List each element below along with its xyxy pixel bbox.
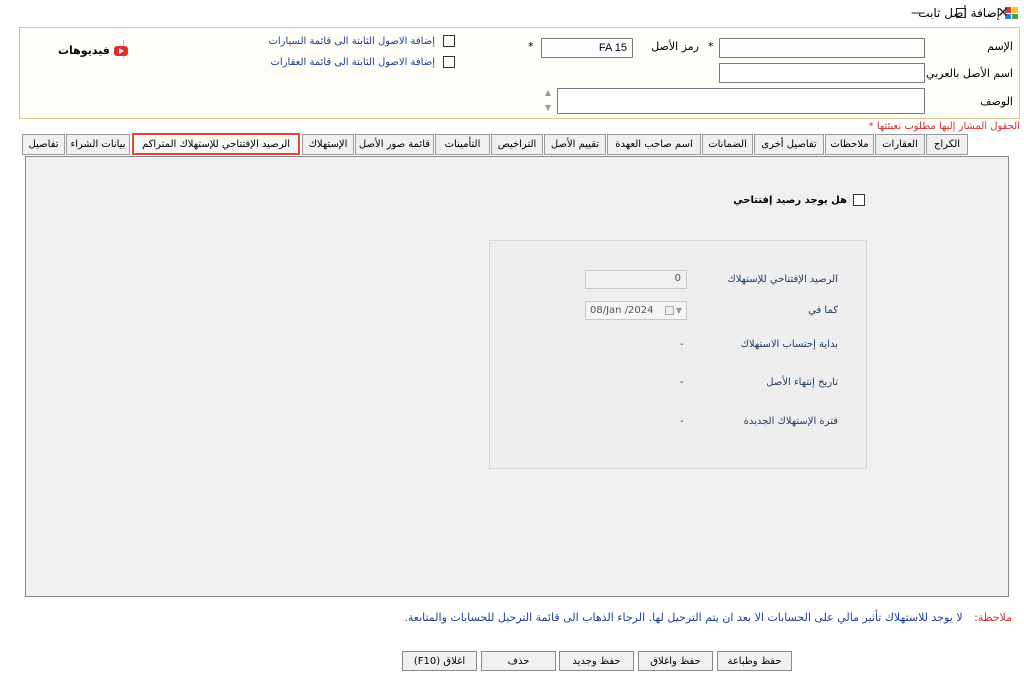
tab-opening-accumulated-depreciation[interactable]: الرصيد الإفتتاحي للإستهلاك المتراكم (132, 133, 300, 155)
asset-code-field[interactable] (541, 38, 633, 58)
add-to-realestate-label: إضافة الاصول الثابتة الى قائمة العقارات (270, 57, 436, 68)
scroll-up-icon[interactable]: ▲ (543, 88, 553, 98)
date-dropdown[interactable]: ▼ (664, 306, 682, 315)
title-bar: إضافة أصل ثابت — ✕ (0, 0, 1024, 26)
minimize-button[interactable]: — (898, 0, 938, 26)
maximize-button[interactable] (941, 0, 981, 26)
tab-licenses[interactable]: التراخيص (491, 134, 543, 155)
required-fields-note: الحقول المشار إليها مطلوب تعبئتها * (868, 121, 1020, 132)
header-panel: الإسم * رمز الأصل * اسم الأصل بالعربي ال… (19, 27, 1020, 119)
opening-balance-input[interactable]: 0 (585, 270, 687, 289)
tab-notes[interactable]: ملاحظات (825, 134, 874, 155)
as-of-label: كما في (808, 305, 838, 316)
asset-code-label: رمز الأصل (651, 40, 699, 53)
add-to-realestate-checkbox[interactable] (443, 56, 455, 68)
tab-asset-valuation[interactable]: تقييم الأصل (544, 134, 606, 155)
as-of-date-picker[interactable]: 08/Jan /2024 ▼ (585, 301, 687, 320)
add-to-cars-label: إضافة الاصول الثابتة الى قائمة السيارات (268, 36, 435, 47)
name-label: الإسم (987, 40, 1013, 53)
as-of-date-value: 08/Jan /2024 (590, 305, 654, 316)
tab-depreciation[interactable]: الإستهلاك (302, 134, 354, 155)
arabic-name-field[interactable] (719, 63, 925, 83)
asset-end-date-label: تاريخ إنتهاء الأصل (766, 377, 838, 388)
description-label: الوصف (980, 95, 1013, 108)
opening-balance-label: الرصيد الإفتتاحي للإستهلاك (727, 274, 838, 285)
youtube-icon (113, 45, 128, 56)
save-print-button[interactable]: حفظ وطباعة (717, 651, 792, 671)
videos-link[interactable]: فيديوهات (58, 44, 128, 57)
save-close-button[interactable]: حفظ واغلاق (638, 651, 713, 671)
tab-insurance[interactable]: التأمينات (435, 134, 490, 155)
asset-code-required-mark: * (528, 40, 534, 53)
tab-content-panel: هل يوجد رصيد إفتتاحي الرصيد الإفتتاحي لل… (25, 156, 1009, 597)
name-required-mark: * (708, 40, 714, 53)
tab-asset-photos[interactable]: قائمة صور الأصل (355, 134, 434, 155)
tab-purchase-data[interactable]: بيانات الشراء (66, 134, 130, 155)
maximize-icon (956, 8, 966, 18)
arabic-name-label: اسم الأصل بالعربي (926, 67, 1013, 80)
close-button[interactable]: اغلاق (F10) (402, 651, 477, 671)
depreciation-start-value: - (680, 339, 684, 350)
add-to-cars-checkbox[interactable] (443, 35, 455, 47)
depreciation-start-label: بداية إحتساب الاستهلاك (740, 339, 838, 350)
chevron-down-icon: ▼ (675, 306, 682, 315)
tab-details[interactable]: تفاصيل (22, 134, 65, 155)
tab-warranties[interactable]: الضمانات (702, 134, 753, 155)
description-field[interactable] (557, 88, 925, 114)
delete-button[interactable]: حذف (481, 651, 556, 671)
opening-balance-group: الرصيد الإفتتاحي للإستهلاك 0 كما في 08/J… (489, 240, 867, 469)
save-new-button[interactable]: حفظ وجديد (559, 651, 634, 671)
new-depreciation-period-label: فترة الإستهلاك الجديدة (743, 416, 838, 427)
footer-note-text: لا يوجد للاستهلاك تأثير مالي على الحسابا… (404, 611, 963, 624)
tab-strip: الكراج العقارات ملاحظات تفاصيل أخرى الضم… (22, 133, 968, 156)
asset-end-date-value: - (680, 377, 684, 388)
tab-garage[interactable]: الكراج (926, 134, 968, 155)
footer-note: ملاحظة: لا يوجد للاستهلاك تأثير مالي على… (404, 611, 1012, 624)
tab-custodian[interactable]: اسم صاحب العهدة (607, 134, 701, 155)
scroll-down-icon[interactable]: ▼ (543, 103, 553, 113)
has-opening-balance-checkbox[interactable] (853, 194, 865, 206)
name-field[interactable] (719, 38, 925, 58)
close-window-button[interactable]: ✕ (983, 0, 1023, 26)
videos-label: فيديوهات (58, 44, 110, 57)
tab-realestate[interactable]: العقارات (875, 134, 925, 155)
calendar-icon (664, 306, 674, 315)
new-depreciation-period-value: - (680, 416, 684, 427)
footer-note-label: ملاحظة: (974, 611, 1012, 624)
has-opening-balance-label: هل يوجد رصيد إفتتاحي (733, 195, 847, 206)
tab-other-details[interactable]: تفاصيل أخرى (754, 134, 824, 155)
